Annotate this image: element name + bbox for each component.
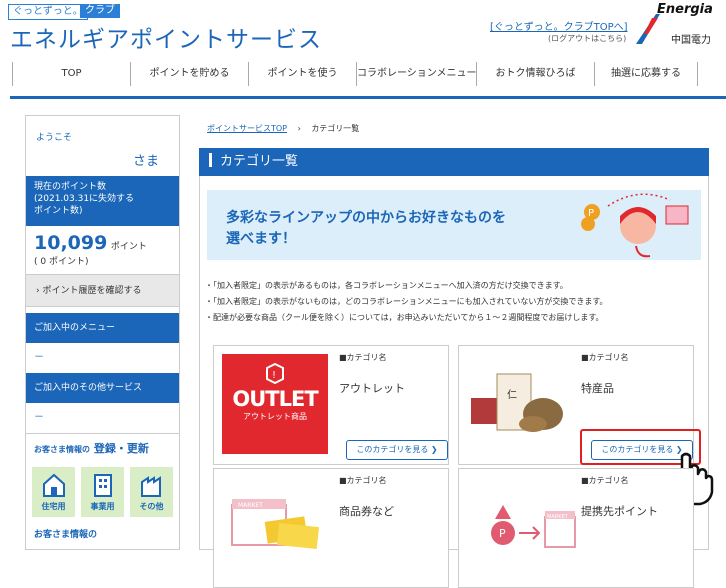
outlet-logo-text: OUTLET [232, 387, 318, 411]
note-2: ・「加入者限定」の表示がないものは，どのコラボレーションメニューにも加入されてい… [205, 297, 608, 306]
sidebar: ようこそ さま 現在のポイント数 (2021.03.31に失効する ポイント数)… [25, 115, 180, 550]
page-title-text: カテゴリ一覧 [220, 154, 299, 169]
nav-use-points[interactable]: ポイントを使う [248, 62, 356, 86]
history-link-label: ポイント履歴を確認する [42, 286, 142, 296]
house-icon [43, 473, 65, 497]
category-label: ■カテゴリ名 [581, 353, 629, 362]
customer-info-link[interactable]: お客さま情報の [26, 521, 179, 546]
points-expiry-note: (2021.03.31に失効する [34, 194, 135, 204]
category-label: ■カテゴリ名 [339, 353, 387, 362]
other-services-title: ご加入中のその他サービス [26, 373, 179, 403]
shopping-girl-icon: P [581, 193, 689, 258]
facility-icon [141, 476, 161, 497]
svg-text:仁: 仁 [507, 389, 517, 401]
breadcrumb: ポイントサービスTOP › カテゴリ一覧 [207, 123, 359, 134]
page-title: カテゴリ一覧 [199, 148, 709, 176]
points-expiry-note2: ポイント数) [34, 206, 83, 216]
svg-text:!: ! [272, 370, 276, 381]
club-top-link[interactable]: [ぐっとずっと。クラブTOPへ] [490, 18, 628, 33]
vouchers-image-label: MARKET [238, 502, 263, 509]
vouchers-image: MARKET [231, 499, 320, 550]
energia-logo-icon [636, 14, 660, 44]
category-name: アウトレット [339, 382, 405, 395]
partner-image-label: MARKET [547, 514, 569, 520]
category-card-partner-points: P MARKET ■カテゴリ名 提携先ポイント [458, 468, 694, 588]
points-value-block: 10,099 ポイント ( 0 ポイント) [26, 226, 179, 274]
banner-text: 多彩なラインアップの中からお好きなものを 選べます！ [226, 208, 506, 250]
specialty-products-image: 仁 [471, 373, 563, 432]
category-label: ■カテゴリ名 [339, 476, 387, 485]
other-label: その他 [139, 502, 164, 511]
partner-points-image: P MARKET [491, 505, 576, 548]
outlet-logo: ! OUTLET アウトレット商品 [222, 354, 328, 454]
user-honorific: さま [132, 154, 159, 169]
view-category-button[interactable]: このカテゴリを見る ❯ [346, 440, 448, 460]
brand-name: Energia [657, 2, 713, 17]
logout-note: (ログアウトはこちら) [548, 34, 627, 43]
other-button[interactable]: その他 [130, 467, 173, 517]
banner-line2: 選べます！ [226, 231, 296, 247]
category-name: 商品券など [339, 505, 394, 518]
history-link[interactable]: › ポイント履歴を確認する [26, 274, 179, 307]
category-card-outlet: ! OUTLET アウトレット商品 ■カテゴリ名 アウトレット このカテゴリを見… [213, 345, 449, 465]
expiring-points: ( 0 ポイント) [34, 257, 89, 267]
note-3: ・配達が必要な商品（クール便を除く）については，お申込みいただいてから１～２週間… [205, 313, 604, 322]
points-unit: ポイント [110, 242, 147, 252]
nav-earn-points[interactable]: ポイントを貯める [130, 62, 248, 86]
register-update-link[interactable]: お客さま情報の 登録・更新 [26, 433, 179, 463]
subscribed-menu-title: ご加入中のメニュー [26, 313, 179, 343]
building-icon [94, 474, 112, 497]
points-header: 現在のポイント数 (2021.03.31に失効する ポイント数) [26, 176, 179, 226]
category-card-vouchers: MARKET ■カテゴリ名 商品券など [213, 468, 449, 588]
breadcrumb-home[interactable]: ポイントサービスTOP [207, 124, 287, 133]
business-button[interactable]: 事業用 [81, 467, 124, 517]
subscribed-menu-value: － [34, 352, 44, 363]
site-title[interactable]: エネルギアポイントサービス [10, 20, 322, 54]
banner-line1: 多彩なラインアップの中からお好きなものを [226, 210, 506, 226]
nav-top[interactable]: TOP [12, 62, 130, 86]
nav-deals[interactable]: おトク情報ひろば [476, 62, 594, 86]
club-badge: ぐっとずっと。 [8, 4, 88, 20]
residential-button[interactable]: 住宅用 [32, 467, 75, 517]
main-nav: TOP ポイントを貯める ポイントを使う コラボレーションメニュー おトク情報ひ… [12, 62, 726, 88]
points-title: 現在のポイント数 [34, 182, 107, 192]
points-value: 10,099 [34, 232, 108, 254]
company-name: 中国電力 [671, 35, 711, 46]
category-label: ■カテゴリ名 [581, 476, 629, 485]
notes: ・「加入者限定」の表示があるものは，各コラボレーションメニューへ加入済の方だけ交… [205, 278, 608, 326]
register-label: 登録・更新 [93, 442, 149, 455]
nav-lottery[interactable]: 抽選に応募する [594, 62, 698, 86]
business-label: 事業用 [90, 502, 115, 511]
outlet-logo-sub: アウトレット商品 [243, 412, 307, 421]
club-badge-label: クラブ [80, 4, 120, 18]
nav-collaboration[interactable]: コラボレーションメニュー [356, 62, 477, 86]
box-icon: ! [266, 362, 284, 385]
welcome-label: ようこそ [36, 133, 73, 143]
breadcrumb-separator: › [297, 124, 301, 133]
customer-type-icons: 住宅用 事業用 その他 [26, 463, 179, 521]
other-services-value: － [34, 412, 44, 423]
svg-text:P: P [499, 527, 506, 540]
header-divider [10, 96, 726, 99]
register-small: お客さま情報の [34, 445, 90, 454]
breadcrumb-current: カテゴリ一覧 [311, 124, 360, 133]
note-1: ・「加入者限定」の表示があるものは，各コラボレーションメニューへ加入済の方だけ交… [205, 281, 568, 290]
residential-label: 住宅用 [41, 502, 66, 511]
welcome-block: ようこそ さま [26, 116, 179, 176]
category-name: 提携先ポイント [581, 505, 658, 518]
category-name: 特産品 [581, 382, 614, 395]
